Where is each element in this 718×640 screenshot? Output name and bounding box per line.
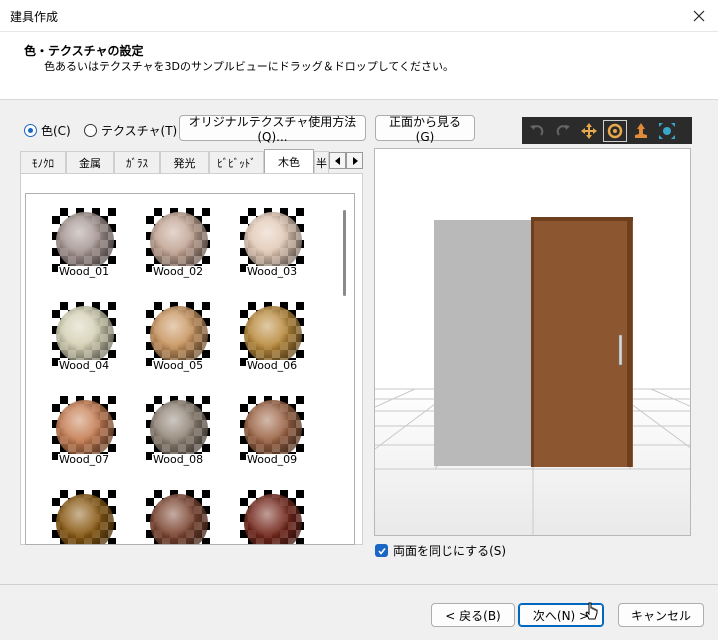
close-button[interactable] <box>686 3 712 29</box>
wizard-header: 色・テクスチャの設定 色あるいはテクスチャを3Dのサンプルビューにドラッグ＆ドロ… <box>0 32 718 100</box>
swatch-list[interactable]: Wood_01 Wood_02 Wood_03 Wood_04 Wood_05 Wood_… <box>25 193 355 545</box>
swatch-sphere <box>150 306 208 364</box>
swatch-sphere <box>244 400 302 458</box>
door-frame-left <box>531 221 534 467</box>
checkmark-icon <box>377 547 386 555</box>
radio-indicator <box>24 124 37 137</box>
swatch-sphere <box>56 400 114 458</box>
tab-monochrome[interactable]: ﾓﾉｸﾛ <box>20 151 66 173</box>
tab-scroller <box>329 152 363 169</box>
swatch-label: Wood_05 <box>152 359 205 372</box>
tab-wood[interactable]: 木色 <box>264 149 314 173</box>
tab-metal[interactable]: 金属 <box>66 151 114 173</box>
door-frame-side <box>627 221 632 467</box>
zoom-icon <box>635 122 647 138</box>
category-tabs: ﾓﾉｸﾛ 金属 ｶﾞﾗｽ 発光 ﾋﾞﾋﾞｯﾄﾞ 木色 半 <box>20 149 329 173</box>
back-button[interactable]: < 戻る(B) <box>431 603 515 627</box>
same-both-sides-label: 両面を同じにする(S) <box>393 544 507 558</box>
swatch-label: Wood_08 <box>152 453 205 466</box>
tab-scroll-left[interactable] <box>329 152 346 169</box>
view-front-button[interactable]: 正面から見る(G) <box>375 115 475 144</box>
swatch-sphere <box>56 306 114 364</box>
rotate-button[interactable] <box>603 119 627 142</box>
undo-icon <box>530 124 544 136</box>
radio-texture[interactable]: テクスチャ(T) <box>84 122 177 139</box>
move-icon <box>581 122 597 139</box>
swatch-sphere <box>150 494 208 544</box>
cancel-button[interactable]: キャンセル <box>618 603 704 627</box>
swatch-label: Wood_01 <box>58 265 111 278</box>
swatch-sphere <box>150 212 208 270</box>
view-toolbar <box>522 117 692 144</box>
color-swatch[interactable]: Wood_08 <box>138 388 213 470</box>
color-swatch[interactable]: Wood_02 <box>138 200 213 282</box>
radio-indicator <box>84 124 97 137</box>
footer-divider <box>0 584 718 585</box>
tab-vivid[interactable]: ﾋﾞﾋﾞｯﾄﾞ <box>209 151 264 173</box>
redo-icon <box>556 124 570 136</box>
swatch-label: Wood_02 <box>152 265 205 278</box>
original-texture-help-button[interactable]: オリジナルテクスチャ使用方法(Q)... <box>179 115 366 144</box>
redo-button[interactable] <box>551 120 575 142</box>
color-swatch[interactable]: Wood_06 <box>232 294 307 376</box>
zoom-button[interactable] <box>629 120 653 142</box>
swatch-label: Wood_07 <box>58 453 111 466</box>
color-swatch[interactable]: Wood_03 <box>232 200 307 282</box>
mouse-cursor-icon <box>585 602 598 620</box>
color-swatch[interactable]: Wood_09 <box>232 388 307 470</box>
wall-panel <box>434 220 534 466</box>
swatch-sphere <box>244 494 302 544</box>
radio-color[interactable]: 色(C) <box>24 122 71 139</box>
swatch-label: Wood_06 <box>246 359 299 372</box>
fit-view-button[interactable] <box>655 120 679 142</box>
triangle-right-icon <box>352 156 358 165</box>
tab-translucent[interactable]: 半 <box>314 151 329 173</box>
color-swatch[interactable]: Wood_07 <box>44 388 119 470</box>
tab-luminous[interactable]: 発光 <box>160 151 209 173</box>
checkbox-indicator <box>375 544 388 557</box>
door-frame-top <box>531 217 633 221</box>
door-handle <box>618 334 623 366</box>
triangle-left-icon <box>334 156 340 165</box>
same-both-sides-checkbox[interactable]: 両面を同じにする(S) <box>375 542 506 559</box>
radio-texture-label: テクスチャ(T) <box>101 124 178 138</box>
fit-view-icon <box>659 122 675 139</box>
rotate-icon <box>607 123 623 138</box>
color-swatch[interactable]: Wood_05 <box>138 294 213 376</box>
swatch-sphere <box>56 212 114 270</box>
swatch-sphere <box>244 306 302 364</box>
color-swatch[interactable]: Wood_01 <box>44 200 119 282</box>
color-swatch[interactable] <box>232 482 307 544</box>
title-bar: 建具作成 <box>0 0 718 32</box>
swatch-label: Wood_03 <box>246 265 299 278</box>
swatch-label: Wood_09 <box>246 453 299 466</box>
color-swatch[interactable] <box>138 482 213 544</box>
swatch-list-scrollbar[interactable] <box>343 210 346 296</box>
door-panel <box>531 217 633 467</box>
swatch-sphere <box>56 494 114 544</box>
color-swatch[interactable] <box>44 482 119 544</box>
3d-scene <box>375 217 690 535</box>
section-instructions: 色あるいはテクスチャを3Dのサンプルビューにドラッグ＆ドロップしてください。 <box>44 60 455 73</box>
swatch-label: Wood_04 <box>58 359 111 372</box>
tab-glass[interactable]: ｶﾞﾗｽ <box>114 151 160 173</box>
swatch-sphere <box>150 400 208 458</box>
color-swatch[interactable]: Wood_04 <box>44 294 119 376</box>
undo-button[interactable] <box>525 120 549 142</box>
radio-color-label: 色(C) <box>41 124 71 138</box>
window-title: 建具作成 <box>10 10 59 24</box>
swatch-sphere <box>244 212 302 270</box>
move-button[interactable] <box>577 120 601 142</box>
3d-sample-view[interactable] <box>374 148 691 536</box>
tab-scroll-right[interactable] <box>346 152 363 169</box>
close-icon <box>693 10 705 22</box>
section-title: 色・テクスチャの設定 <box>24 44 144 58</box>
